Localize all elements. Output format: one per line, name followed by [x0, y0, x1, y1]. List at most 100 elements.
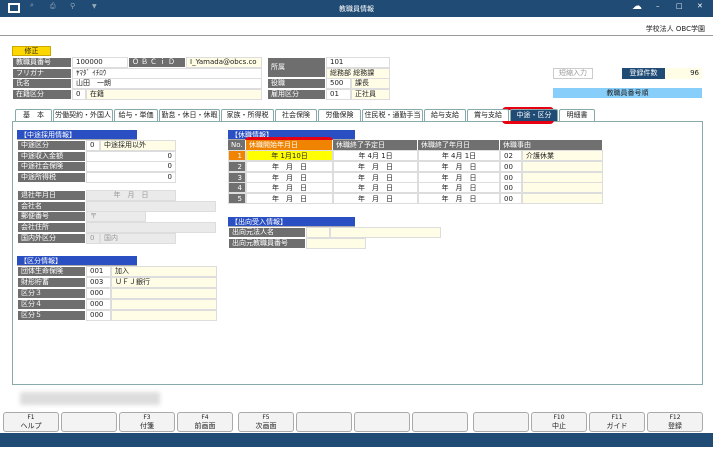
leave-start-date-field[interactable]: 年 月 日 — [246, 182, 333, 194]
leave-reason-code-field[interactable]: 02 — [500, 150, 522, 161]
previous-company-field[interactable] — [86, 222, 216, 234]
category-code-field[interactable]: 000 — [86, 309, 111, 321]
tab-3[interactable]: 勤怠・休日・休暇 — [159, 109, 220, 121]
secondment-company-code-field[interactable] — [306, 227, 330, 238]
midcareer-amount-field[interactable]: 0 — [86, 150, 176, 162]
tab-4[interactable]: 家族・所得税 — [221, 109, 274, 121]
tab-8[interactable]: 給与支給 — [424, 109, 466, 121]
leave-column-header: 休職終了予定日 — [333, 140, 418, 150]
maximize-button[interactable]: □ — [676, 2, 683, 10]
minimize-button[interactable]: – — [656, 2, 660, 10]
previous-company-field[interactable]: 〒 — [86, 211, 146, 223]
leave-reason-code-field[interactable]: 00 — [500, 182, 522, 194]
category-code-field[interactable]: 003 — [86, 276, 111, 288]
mode-badge: 修正 — [12, 46, 51, 56]
furigana-field[interactable]: ﾔﾏﾀﾞ ｲﾁﾛｳ — [72, 67, 262, 79]
leave-reason-value — [522, 171, 603, 183]
midcareer-section-title: 【中途採用情報】 — [17, 130, 137, 140]
leave-planned-end-field[interactable]: 年 月 日 — [333, 171, 418, 183]
category-code-field[interactable]: 000 — [86, 298, 111, 310]
leave-start-date-field[interactable]: 年 月 日 — [246, 193, 333, 205]
leave-planned-end-field[interactable]: 年 月 日 — [333, 193, 418, 205]
leave-start-date-field[interactable]: 年 月 日 — [246, 171, 333, 183]
leave-row-no[interactable]: 2 — [228, 160, 246, 172]
employee-no-field[interactable]: 100000 — [72, 57, 128, 68]
function-key-code: F11 — [611, 414, 623, 421]
leave-reason-code-field[interactable]: 00 — [500, 171, 522, 183]
tab-11[interactable]: 明細書 — [559, 109, 595, 121]
category-value — [111, 298, 217, 310]
leave-row-no[interactable]: 4 — [228, 182, 246, 194]
function-key-6[interactable] — [296, 412, 352, 432]
leave-end-date-field[interactable]: 年 月 日 — [418, 160, 500, 172]
leave-end-date-field[interactable]: 年 月 日 — [418, 193, 500, 205]
title-bar: ⌕ ⎙ ⚲ ▼ 教職員情報 ☁ – □ ✕ — [0, 0, 713, 17]
leave-end-date-field[interactable]: 年 月 日 — [418, 182, 500, 194]
position-code-field[interactable]: 500 — [326, 78, 351, 89]
name-field[interactable]: 山田 一朗 — [72, 78, 262, 89]
dept-code-field[interactable]: 101 — [326, 57, 390, 68]
function-key-3[interactable]: F3 付箋 — [119, 412, 175, 432]
previous-company-label: 国内外区分 — [17, 232, 86, 244]
status-code-field[interactable]: 0 — [72, 88, 86, 100]
tab-1[interactable]: 労働契約・外国人 — [53, 109, 113, 121]
function-key-12[interactable]: F12 登録 — [647, 412, 703, 432]
employment-code-field[interactable]: 01 — [326, 88, 351, 100]
function-key-11[interactable]: F11 ガイド — [589, 412, 645, 432]
category-code-field[interactable]: 001 — [86, 266, 111, 277]
leave-start-date-field[interactable]: 年 月 日 — [246, 160, 333, 172]
leave-row-no[interactable]: 5 — [228, 193, 246, 205]
obcid-field[interactable]: I_Yamada@obcs.co — [186, 57, 262, 68]
ai-assistant-icon[interactable]: ☁ — [632, 1, 642, 12]
function-key-code — [355, 413, 409, 422]
leave-planned-end-field[interactable]: 年 4月 1日 — [333, 150, 418, 161]
category-label: 区分３ — [17, 287, 86, 299]
previous-company-field[interactable]: 年 月 日 — [86, 190, 176, 201]
company-name: 学校法人 OBC学園 — [645, 25, 705, 33]
tab-5[interactable]: 社会保険 — [275, 109, 317, 121]
tab-7[interactable]: 住民税・通勤手当 — [362, 109, 423, 121]
leave-start-date-field[interactable]: 年 1月10日 — [246, 150, 333, 161]
count-value: 96 — [665, 68, 702, 79]
function-key-7[interactable] — [354, 412, 410, 432]
function-key-5[interactable]: F5 次画面 — [238, 412, 294, 432]
category-code-field[interactable]: 000 — [86, 287, 111, 299]
midcareer-amount-field[interactable]: 0 — [86, 161, 176, 173]
secondment-employee-no-field[interactable] — [306, 238, 366, 249]
function-key-label: 次画面 — [255, 422, 277, 430]
midcareer-code-field[interactable]: 0 — [86, 140, 100, 151]
function-key-2[interactable] — [61, 412, 117, 432]
function-key-9[interactable] — [473, 412, 529, 432]
tab-9[interactable]: 賞与支給 — [467, 109, 509, 121]
region-code-field[interactable]: 0 — [86, 232, 100, 244]
close-button[interactable]: ✕ — [697, 2, 703, 10]
leave-row-no[interactable]: 3 — [228, 171, 246, 183]
secondment-company-field[interactable] — [330, 227, 441, 238]
function-key-10[interactable]: F10 中止 — [531, 412, 587, 432]
leave-planned-end-field[interactable]: 年 月 日 — [333, 182, 418, 194]
employment-label: 雇用区分 — [267, 88, 326, 100]
secondment-company-label: 出向元法人名 — [228, 227, 306, 238]
function-key-4[interactable]: F4 前画面 — [177, 412, 233, 432]
tab-2[interactable]: 給与・単価 — [114, 109, 158, 121]
leave-reason-code-field[interactable]: 00 — [500, 193, 522, 205]
position-value: 課長 — [351, 78, 390, 89]
sort-order-bar[interactable]: 教職員番号順 — [553, 88, 702, 98]
function-key-8[interactable] — [412, 412, 468, 432]
tab-0[interactable]: 基 本 — [15, 109, 52, 121]
employee-no-label: 教職員番号 — [12, 57, 72, 68]
leave-end-date-field[interactable]: 年 4月 1日 — [418, 150, 500, 161]
leave-end-date-field[interactable]: 年 月 日 — [418, 171, 500, 183]
name-label: 氏名 — [12, 78, 72, 89]
leave-reason-code-field[interactable]: 00 — [500, 160, 522, 172]
shortcut-input-button[interactable]: 短縮入力 — [553, 68, 593, 79]
midcareer-amount-field[interactable]: 0 — [86, 172, 176, 184]
leave-planned-end-field[interactable]: 年 月 日 — [333, 160, 418, 172]
function-key-1[interactable]: F1 ヘルプ — [3, 412, 59, 432]
previous-company-field[interactable] — [86, 200, 216, 212]
tab-6[interactable]: 労働保険 — [318, 109, 361, 121]
function-key-label: ガイド — [606, 422, 628, 430]
category-label: 財形貯蓄 — [17, 276, 86, 288]
tab-10[interactable]: 中途・区分 — [510, 109, 558, 121]
leave-row-no[interactable]: 1 — [228, 150, 246, 161]
